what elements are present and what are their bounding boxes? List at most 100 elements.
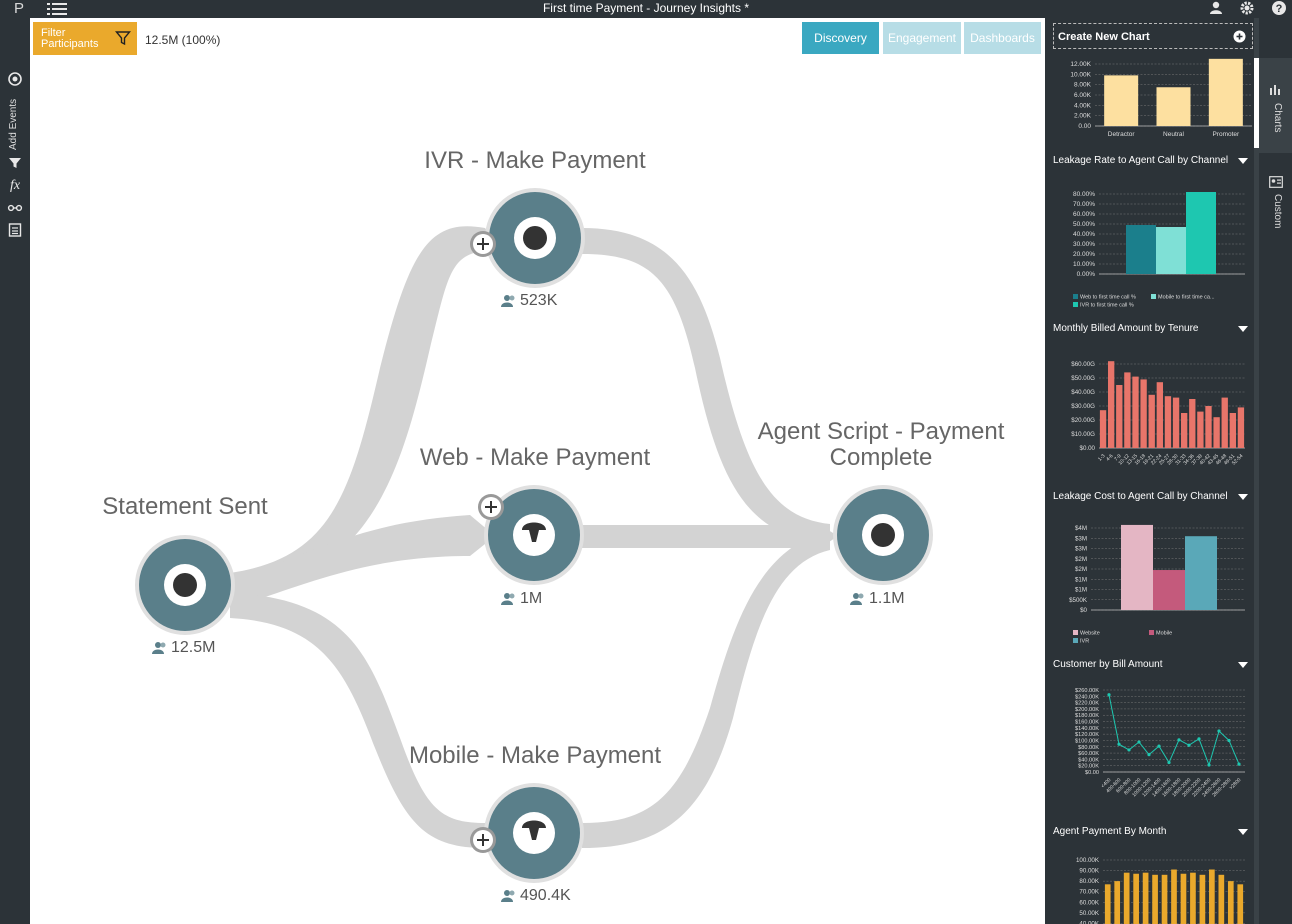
data-point xyxy=(1167,760,1171,765)
node-label-agent-script: Agent Script - Payment Complete xyxy=(757,418,1005,471)
data-point xyxy=(1107,693,1111,697)
node-statement-sent[interactable] xyxy=(135,535,235,635)
link-icon[interactable] xyxy=(7,200,23,216)
legend-swatch xyxy=(1073,638,1078,643)
y-tick-label: $1M xyxy=(1075,587,1087,594)
bar xyxy=(1171,869,1177,924)
bar xyxy=(1133,873,1139,924)
chart-agent-payment[interactable]: 30.00K40.00K50.00K60.00K70.00K80.00K90.0… xyxy=(1045,846,1258,924)
users-icon xyxy=(850,593,864,605)
bar xyxy=(1126,225,1156,274)
chart-monthly-billed[interactable]: $0.00 $10.00G $20.00G $30.00G $40.00G $50.00G… xyxy=(1045,342,1258,482)
y-tick-label: $180.00K xyxy=(1075,713,1099,719)
create-new-chart-button[interactable]: Create New Chart xyxy=(1053,23,1253,49)
add-step-button-mobile[interactable] xyxy=(470,827,496,853)
y-tick-label: $240.00K xyxy=(1075,694,1099,700)
chart-title-agent-payment: Agent Payment By Month xyxy=(1053,826,1167,837)
tab-dashboards[interactable]: Dashboards xyxy=(964,22,1041,54)
gear-icon[interactable] xyxy=(1239,0,1255,16)
node-ivr-make-payment[interactable] xyxy=(485,188,585,288)
y-tick-label: 0.00 xyxy=(1078,123,1091,130)
x-tick-label: Promoter xyxy=(1212,131,1240,138)
left-toolbar: Add Events fx xyxy=(0,18,30,924)
bar xyxy=(1099,410,1107,448)
y-tick-label: $80.00K xyxy=(1078,745,1099,751)
add-step-button-web[interactable] xyxy=(478,494,504,520)
filter-participants-button[interactable]: Filter Participants xyxy=(33,22,137,55)
bar xyxy=(1161,874,1168,924)
funnel-icon xyxy=(115,31,131,46)
tab-discovery[interactable]: Discovery xyxy=(802,22,879,54)
title-bar: P First time Payment - Journey Insights … xyxy=(0,0,1292,18)
function-icon[interactable]: fx xyxy=(7,178,23,194)
chart-leakage-rate[interactable]: 0.00% 10.00% 20.00% 30.00% 40.00% 50.00% 60.00… xyxy=(1045,174,1258,314)
help-icon[interactable]: ? xyxy=(1271,0,1287,16)
chart-menu-caret-icon[interactable] xyxy=(1237,325,1249,333)
id-card-icon xyxy=(1269,176,1283,188)
users-icon xyxy=(501,593,515,605)
side-tabs: Charts Custom xyxy=(1259,18,1292,924)
node-agent-script[interactable] xyxy=(833,485,933,585)
legend-swatch xyxy=(1073,630,1078,635)
y-tick-label: $100.00K xyxy=(1075,738,1099,744)
y-tick-label: $2M xyxy=(1075,556,1087,563)
document-icon[interactable] xyxy=(7,222,23,238)
data-point xyxy=(1117,742,1121,746)
node-mobile-make-payment[interactable] xyxy=(484,783,584,883)
legend-label: IVR to first time call % xyxy=(1080,303,1134,309)
bar-chart-icon xyxy=(1270,85,1280,95)
chart-menu-caret-icon[interactable] xyxy=(1237,157,1249,165)
y-tick-label: $500K xyxy=(1069,597,1088,604)
legend-swatch xyxy=(1073,294,1078,299)
bar xyxy=(1199,874,1206,924)
chart-leakage-cost[interactable]: $0 $500K $1M $1M $2M $2M $3M $3M $4M Website Mobil… xyxy=(1045,510,1258,650)
bar xyxy=(1237,884,1244,924)
y-tick-label: $0 xyxy=(1080,607,1087,614)
y-tick-label: $0.00 xyxy=(1085,770,1099,776)
users-icon xyxy=(501,295,515,307)
bar xyxy=(1156,227,1186,274)
bar xyxy=(1229,413,1236,448)
add-step-button-ivr[interactable] xyxy=(470,231,496,257)
y-tick-label: 6.00K xyxy=(1074,92,1092,99)
chart-menu-caret-icon[interactable] xyxy=(1237,661,1249,669)
chart-nps-breakdown[interactable]: 0.00 2.00K 4.00K 6.00K 8.00K 10.00K 12.00K Detr… xyxy=(1045,56,1258,141)
add-events-icon[interactable] xyxy=(7,71,23,87)
charts-panel: Create New Chart 0.00 2.00K 4.00K 6.00K 8.00… xyxy=(1045,18,1258,924)
legend-label: Mobile to first time ca... xyxy=(1158,295,1215,301)
y-tick-label: $260.00K xyxy=(1075,688,1099,694)
bar xyxy=(1190,872,1196,924)
bar xyxy=(1172,397,1180,448)
y-tick-label: 70.00% xyxy=(1073,201,1095,208)
x-tick-label: >2800 xyxy=(1228,777,1242,791)
data-point xyxy=(1217,729,1221,733)
y-tick-label: $30.00G xyxy=(1071,403,1095,410)
side-tab-charts[interactable]: Charts xyxy=(1259,58,1292,153)
chart-customer-bill[interactable]: $0.00$20.00K$40.00K$60.00K$80.00K$100.00… xyxy=(1045,678,1258,818)
data-point xyxy=(1177,738,1181,742)
x-tick-label: Neutral xyxy=(1163,131,1185,138)
bar xyxy=(1218,874,1225,924)
y-tick-label: $220.00K xyxy=(1075,701,1099,707)
user-icon[interactable] xyxy=(1208,0,1224,16)
y-tick-label: $3M xyxy=(1075,535,1087,542)
y-tick-label: 50.00% xyxy=(1073,221,1095,228)
y-tick-label: 12.00K xyxy=(1070,61,1091,68)
filter-icon[interactable] xyxy=(7,155,23,171)
chart-menu-caret-icon[interactable] xyxy=(1237,493,1249,501)
y-tick-label: 4.00K xyxy=(1074,102,1092,109)
side-tab-custom[interactable]: Custom xyxy=(1259,168,1292,248)
bar xyxy=(1181,413,1188,448)
side-tab-charts-label: Charts xyxy=(1272,103,1283,133)
chart-menu-caret-icon[interactable] xyxy=(1237,828,1249,836)
bar xyxy=(1104,75,1139,126)
bar xyxy=(1104,884,1111,924)
bar xyxy=(1116,385,1123,448)
node-count-mobile: 490.4K xyxy=(501,886,591,906)
add-events-label[interactable]: Add Events xyxy=(8,94,22,154)
y-tick-label: 60.00K xyxy=(1079,899,1099,906)
tab-engagement[interactable]: Engagement xyxy=(883,22,961,54)
y-tick-label: 30.00% xyxy=(1073,241,1095,248)
node-count-ivr: 523K xyxy=(501,291,581,311)
bar xyxy=(1152,874,1158,924)
